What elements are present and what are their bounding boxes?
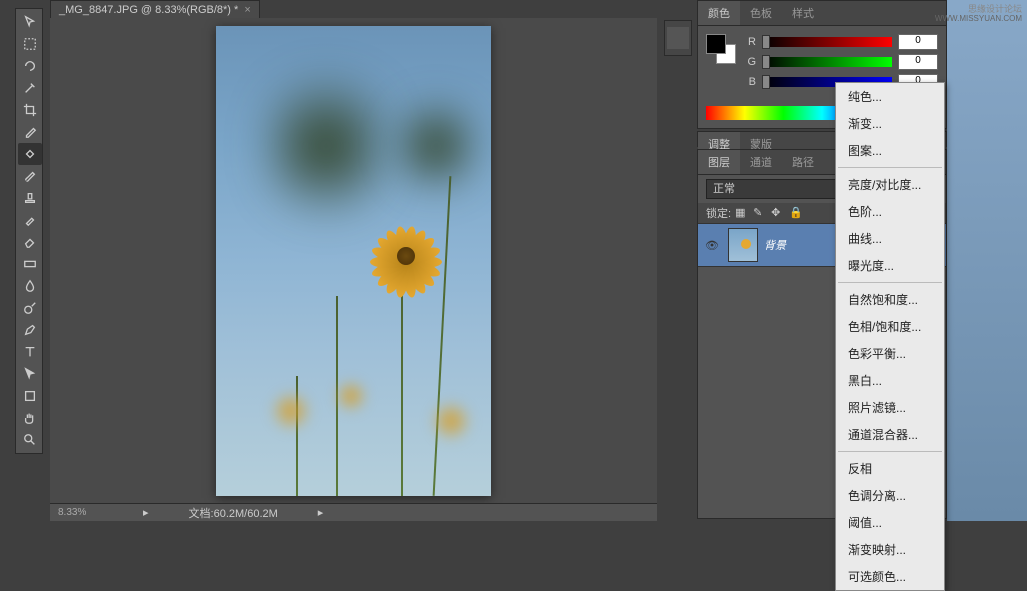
shape-tool[interactable]	[18, 385, 42, 407]
b-label: B	[744, 76, 756, 88]
menu-item[interactable]: 黑白...	[836, 367, 944, 394]
status-bar: ▸ 文档:60.2M/60.2M ▸	[50, 503, 657, 521]
brush-tool[interactable]	[18, 165, 42, 187]
r-value[interactable]: 0	[898, 34, 938, 50]
lasso-tool[interactable]	[18, 55, 42, 77]
menu-item[interactable]: 可选颜色...	[836, 563, 944, 590]
menu-item[interactable]: 图案...	[836, 137, 944, 164]
adjustment-context-menu: 纯色...渐变...图案... 亮度/对比度...色阶...曲线...曝光度...…	[835, 82, 945, 591]
tab-styles[interactable]: 样式	[782, 1, 824, 25]
g-value[interactable]: 0	[898, 54, 938, 70]
menu-item[interactable]: 照片滤镜...	[836, 394, 944, 421]
menu-item[interactable]: 色调分离...	[836, 482, 944, 509]
doc-size-label: 文档:60.2M/60.2M	[189, 505, 278, 521]
history-brush-tool[interactable]	[18, 209, 42, 231]
type-tool[interactable]	[18, 341, 42, 363]
dock-icon[interactable]	[667, 27, 689, 49]
fg-bg-swatch[interactable]	[706, 34, 736, 64]
pen-tool[interactable]	[18, 319, 42, 341]
tab-layers[interactable]: 图层	[698, 150, 740, 174]
eyedropper-tool[interactable]	[18, 121, 42, 143]
wand-tool[interactable]	[18, 77, 42, 99]
g-label: G	[744, 56, 756, 68]
crop-tool[interactable]	[18, 99, 42, 121]
color-panel-tabs: 颜色 色板 样式	[698, 1, 946, 26]
tools-panel	[15, 8, 43, 454]
menu-item[interactable]: 色阶...	[836, 198, 944, 225]
menu-item[interactable]: 阈值...	[836, 509, 944, 536]
canvas-area	[50, 18, 657, 503]
menu-item[interactable]: 渐变...	[836, 110, 944, 137]
menu-item[interactable]: 亮度/对比度...	[836, 171, 944, 198]
flower-image	[361, 211, 451, 301]
tab-channels[interactable]: 通道	[740, 150, 782, 174]
healing-tool[interactable]	[18, 143, 42, 165]
watermark-url: WWW.MISSYUAN.COM	[935, 14, 1022, 23]
menu-item[interactable]: 曲线...	[836, 225, 944, 252]
tab-color[interactable]: 颜色	[698, 1, 740, 25]
g-slider[interactable]	[762, 57, 892, 67]
r-slider[interactable]	[762, 37, 892, 47]
menu-item[interactable]: 色彩平衡...	[836, 340, 944, 367]
close-icon[interactable]: ×	[244, 4, 250, 16]
hand-tool[interactable]	[18, 407, 42, 429]
layer-thumbnail[interactable]	[728, 228, 758, 262]
document-tab[interactable]: _MG_8847.JPG @ 8.33%(RGB/8*) * ×	[50, 0, 260, 20]
lock-all-icon[interactable]: 🔒	[789, 206, 803, 220]
lock-brush-icon[interactable]: ✎	[753, 206, 767, 220]
zoom-input[interactable]	[58, 507, 103, 518]
lock-transparent-icon[interactable]: ▦	[735, 206, 749, 220]
image-canvas[interactable]	[216, 26, 491, 496]
menu-item[interactable]: 反相	[836, 455, 944, 482]
tab-paths[interactable]: 路径	[782, 150, 824, 174]
desktop-bg	[947, 0, 1027, 521]
blur-tool[interactable]	[18, 275, 42, 297]
gradient-tool[interactable]	[18, 253, 42, 275]
lock-label: 锁定:	[706, 205, 731, 221]
menu-item[interactable]: 渐变映射...	[836, 536, 944, 563]
move-tool[interactable]	[18, 11, 42, 33]
path-select-tool[interactable]	[18, 363, 42, 385]
dodge-tool[interactable]	[18, 297, 42, 319]
menu-item[interactable]: 色相/饱和度...	[836, 313, 944, 340]
lock-move-icon[interactable]: ✥	[771, 206, 785, 220]
stamp-tool[interactable]	[18, 187, 42, 209]
r-label: R	[744, 36, 756, 48]
tab-swatches[interactable]: 色板	[740, 1, 782, 25]
zoom-tool[interactable]	[18, 429, 42, 451]
eraser-tool[interactable]	[18, 231, 42, 253]
menu-item[interactable]: 纯色...	[836, 83, 944, 110]
menu-item[interactable]: 自然饱和度...	[836, 286, 944, 313]
menu-item[interactable]: 曝光度...	[836, 252, 944, 279]
menu-item[interactable]: 通道混合器...	[836, 421, 944, 448]
layer-name: 背景	[764, 237, 786, 253]
panel-dock	[664, 20, 692, 56]
document-title: _MG_8847.JPG @ 8.33%(RGB/8*) *	[59, 4, 238, 16]
visibility-icon[interactable]: 👁	[702, 235, 722, 255]
marquee-tool[interactable]	[18, 33, 42, 55]
